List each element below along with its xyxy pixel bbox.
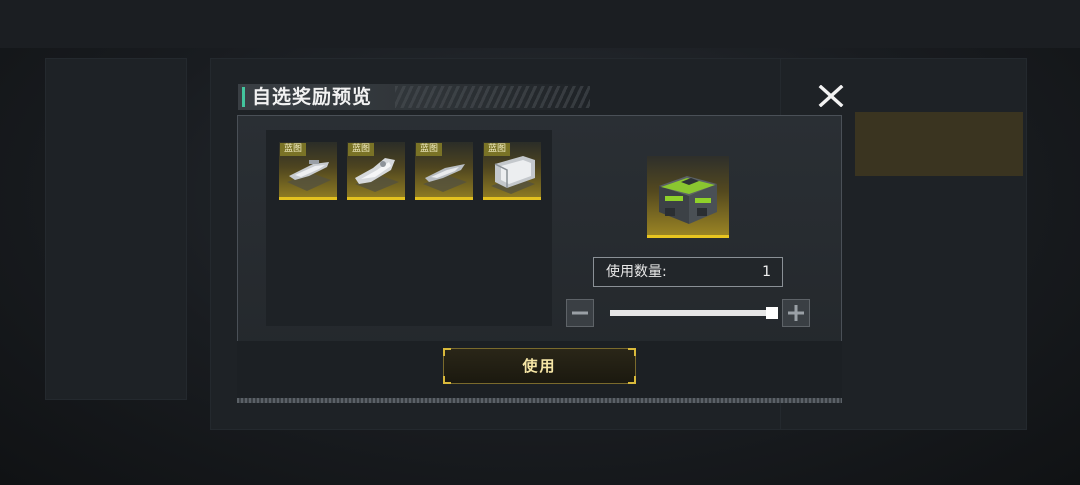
close-button[interactable]: [816, 83, 846, 109]
reward-item[interactable]: 蓝图: [415, 142, 473, 200]
reward-rarity-tag: 蓝图: [280, 143, 307, 156]
reward-item[interactable]: 蓝图: [347, 142, 405, 200]
quantity-display: 使用数量: 1: [593, 257, 783, 287]
reward-rarity-tag: 蓝图: [484, 143, 511, 156]
title-hatch-decoration: [395, 86, 590, 108]
increase-button[interactable]: [782, 299, 810, 327]
minus-icon: [572, 311, 588, 315]
quantity-slider[interactable]: [610, 307, 778, 319]
reward-item[interactable]: 蓝图: [279, 142, 337, 200]
slider-fill: [610, 310, 772, 316]
reward-rarity-tag: 蓝图: [348, 143, 375, 156]
selected-item-card: [647, 156, 729, 238]
reward-rarity-tag: 蓝图: [416, 143, 443, 156]
close-icon: [818, 85, 844, 107]
use-button-label: 使用: [522, 357, 557, 375]
background-side-panel: [45, 58, 187, 400]
background-highlight: [855, 112, 1023, 176]
decrease-button[interactable]: [566, 299, 594, 327]
reward-item[interactable]: 蓝图: [483, 142, 541, 200]
quantity-value: 1: [762, 264, 771, 280]
background-top-bar: [0, 0, 1080, 48]
slider-handle[interactable]: [766, 307, 778, 319]
dialog-bottom-edge: [237, 398, 842, 403]
dialog-title: 自选奖励预览: [252, 86, 373, 108]
plus-icon: [788, 305, 804, 321]
supply-crate-icon: [659, 176, 717, 224]
title-accent-bar: [242, 87, 245, 107]
quantity-label: 使用数量:: [606, 264, 667, 280]
use-button[interactable]: 使用: [443, 348, 636, 384]
